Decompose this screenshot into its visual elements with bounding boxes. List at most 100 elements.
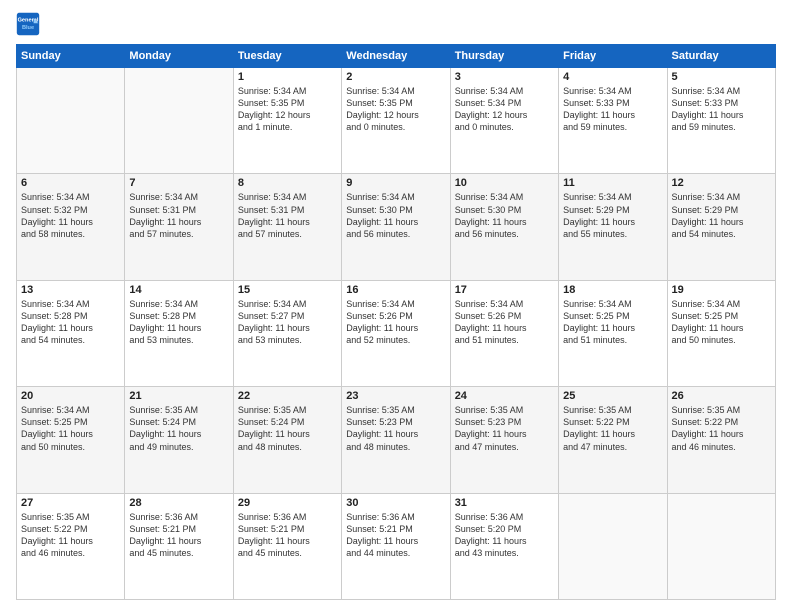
- cell-info-line: Daylight: 11 hours: [455, 428, 554, 440]
- cell-info-line: and 48 minutes.: [346, 441, 445, 453]
- cell-info-line: and 48 minutes.: [238, 441, 337, 453]
- cell-info-line: and 44 minutes.: [346, 547, 445, 559]
- calendar-week-4: 20Sunrise: 5:34 AMSunset: 5:25 PMDayligh…: [17, 387, 776, 493]
- day-number: 14: [129, 284, 228, 296]
- cell-info-line: Daylight: 11 hours: [21, 322, 120, 334]
- day-number: 8: [238, 177, 337, 189]
- calendar-cell: 12Sunrise: 5:34 AMSunset: 5:29 PMDayligh…: [667, 174, 775, 280]
- cell-info-line: and 54 minutes.: [21, 334, 120, 346]
- calendar-cell: 31Sunrise: 5:36 AMSunset: 5:20 PMDayligh…: [450, 493, 558, 599]
- calendar-cell: 10 Sunrise: 5:34 AMSunset: 5:30 PMDayligh…: [450, 174, 558, 280]
- calendar-cell: 29Sunrise: 5:36 AMSunset: 5:21 PMDayligh…: [233, 493, 341, 599]
- cell-info-line: Daylight: 11 hours: [346, 535, 445, 547]
- day-number: 3: [455, 71, 554, 83]
- cell-info-line: and 45 minutes.: [238, 547, 337, 559]
- day-number: 25: [563, 390, 662, 402]
- day-number: 10: [455, 177, 554, 189]
- cell-info-line: Daylight: 11 hours: [672, 109, 771, 121]
- calendar-cell: 13Sunrise: 5:34 AMSunset: 5:28 PMDayligh…: [17, 280, 125, 386]
- cell-info-line: Daylight: 11 hours: [21, 535, 120, 547]
- calendar-cell: 19Sunrise: 5:34 AMSunset: 5:25 PMDayligh…: [667, 280, 775, 386]
- cell-info-line: Sunrise: 5:34 AM: [21, 404, 120, 416]
- cell-info-line: Sunrise: 5:34 AM: [346, 298, 445, 310]
- cell-info-line: Sunset: 5:25 PM: [672, 310, 771, 322]
- day-number: 4: [563, 71, 662, 83]
- calendar-cell: 3Sunrise: 5:34 AMSunset: 5:34 PMDaylight…: [450, 68, 558, 174]
- weekday-header-sunday: Sunday: [17, 45, 125, 68]
- day-number: 13: [21, 284, 120, 296]
- cell-info-line: Daylight: 11 hours: [455, 535, 554, 547]
- cell-info-line: Sunset: 5:34 PM: [455, 97, 554, 109]
- day-number: 23: [346, 390, 445, 402]
- cell-info-line: and 56 minutes.: [455, 228, 554, 240]
- calendar-cell: [17, 68, 125, 174]
- cell-info-line: Sunrise: 5:35 AM: [563, 404, 662, 416]
- cell-info-line: Daylight: 11 hours: [129, 216, 228, 228]
- weekday-header-monday: Monday: [125, 45, 233, 68]
- calendar-cell: [667, 493, 775, 599]
- calendar-cell: 27Sunrise: 5:35 AMSunset: 5:22 PMDayligh…: [17, 493, 125, 599]
- calendar-cell: 6Sunrise: 5:34 AMSunset: 5:32 PMDaylight…: [17, 174, 125, 280]
- calendar-cell: 17Sunrise: 5:34 AMSunset: 5:26 PMDayligh…: [450, 280, 558, 386]
- cell-info-line: Sunrise: 5:34 AM: [672, 85, 771, 97]
- calendar-cell: 18Sunrise: 5:34 AMSunset: 5:25 PMDayligh…: [559, 280, 667, 386]
- cell-info-line: Sunset: 5:29 PM: [672, 204, 771, 216]
- weekday-header-tuesday: Tuesday: [233, 45, 341, 68]
- day-number: 28: [129, 497, 228, 509]
- logo-icon: General Blue: [16, 12, 40, 36]
- cell-info-line: Sunrise: 5:35 AM: [129, 404, 228, 416]
- cell-info-line: and 50 minutes.: [21, 441, 120, 453]
- day-number: 19: [672, 284, 771, 296]
- cell-info-line: Daylight: 11 hours: [238, 428, 337, 440]
- day-number: 1: [238, 71, 337, 83]
- cell-info-line: Daylight: 11 hours: [21, 428, 120, 440]
- day-number: 9: [346, 177, 445, 189]
- cell-info-line: and 0 minutes.: [346, 121, 445, 133]
- cell-info-line: Daylight: 11 hours: [563, 428, 662, 440]
- cell-info-line: Sunrise: 5:34 AM: [21, 191, 120, 203]
- calendar-table: SundayMondayTuesdayWednesdayThursdayFrid…: [16, 44, 776, 600]
- cell-info-line: Daylight: 11 hours: [455, 322, 554, 334]
- cell-info-line: and 50 minutes.: [672, 334, 771, 346]
- weekday-header-thursday: Thursday: [450, 45, 558, 68]
- calendar-cell: 1Sunrise: 5:34 AMSunset: 5:35 PMDaylight…: [233, 68, 341, 174]
- cell-info-line: Sunrise: 5:34 AM: [346, 191, 445, 203]
- cell-info-line: Sunrise: 5:36 AM: [346, 511, 445, 523]
- cell-info-line: Sunset: 5:29 PM: [563, 204, 662, 216]
- calendar-week-5: 27Sunrise: 5:35 AMSunset: 5:22 PMDayligh…: [17, 493, 776, 599]
- cell-info-line: and 49 minutes.: [129, 441, 228, 453]
- cell-info-line: and 0 minutes.: [455, 121, 554, 133]
- cell-info-line: Sunset: 5:22 PM: [672, 416, 771, 428]
- page: General Blue SundayMondayTuesdayWednesda…: [0, 0, 792, 612]
- cell-info-line: Daylight: 11 hours: [238, 535, 337, 547]
- cell-info-line: Sunset: 5:24 PM: [238, 416, 337, 428]
- cell-info-line: and 53 minutes.: [129, 334, 228, 346]
- calendar-cell: 25Sunrise: 5:35 AMSunset: 5:22 PMDayligh…: [559, 387, 667, 493]
- calendar-week-3: 13Sunrise: 5:34 AMSunset: 5:28 PMDayligh…: [17, 280, 776, 386]
- day-number: 2: [346, 71, 445, 83]
- cell-info-line: Sunrise: 5:35 AM: [455, 404, 554, 416]
- cell-info-line: Sunrise: 5:35 AM: [346, 404, 445, 416]
- calendar-cell: 5Sunrise: 5:34 AMSunset: 5:33 PMDaylight…: [667, 68, 775, 174]
- day-number: 17: [455, 284, 554, 296]
- cell-info-line: Sunrise: 5:34 AM: [563, 191, 662, 203]
- cell-info-line: Sunrise: 5:34 AM: [455, 85, 554, 97]
- cell-info-line: and 43 minutes.: [455, 547, 554, 559]
- cell-info-line: Sunrise: 5:34 AM: [455, 191, 554, 203]
- cell-info-line: Sunrise: 5:34 AM: [563, 85, 662, 97]
- day-number: 24: [455, 390, 554, 402]
- cell-info-line: Daylight: 11 hours: [455, 216, 554, 228]
- day-number: 21: [129, 390, 228, 402]
- calendar-cell: 8Sunrise: 5:34 AMSunset: 5:31 PMDaylight…: [233, 174, 341, 280]
- day-number: 22: [238, 390, 337, 402]
- svg-text:Blue: Blue: [22, 25, 34, 31]
- cell-info-line: Sunset: 5:30 PM: [455, 204, 554, 216]
- calendar-cell: [125, 68, 233, 174]
- cell-info-line: Sunset: 5:27 PM: [238, 310, 337, 322]
- cell-info-line: Sunrise: 5:34 AM: [238, 85, 337, 97]
- weekday-header-saturday: Saturday: [667, 45, 775, 68]
- cell-info-line: and 58 minutes.: [21, 228, 120, 240]
- cell-info-line: Sunset: 5:28 PM: [21, 310, 120, 322]
- cell-info-line: Sunset: 5:26 PM: [346, 310, 445, 322]
- calendar-cell: 11Sunrise: 5:34 AMSunset: 5:29 PMDayligh…: [559, 174, 667, 280]
